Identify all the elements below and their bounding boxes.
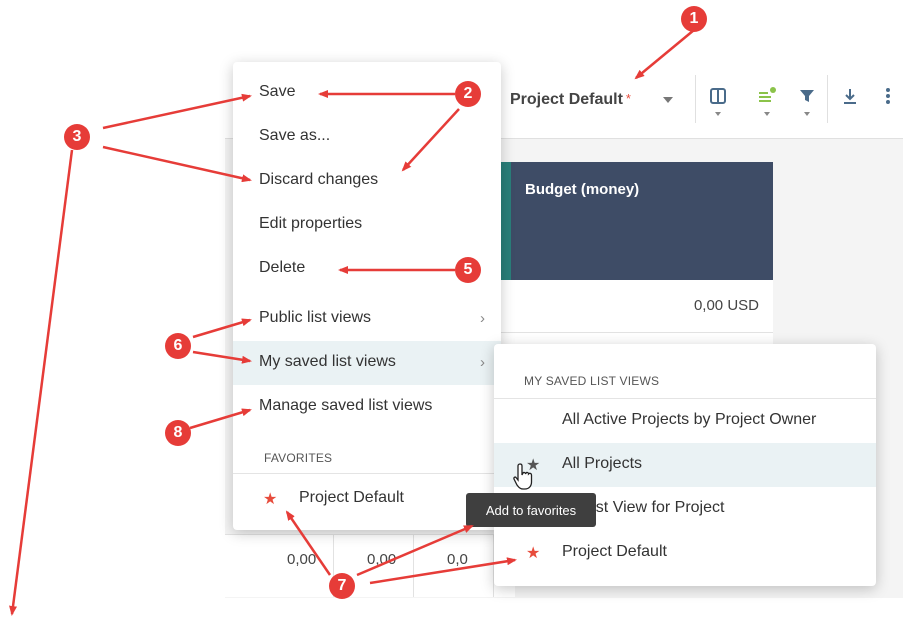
- callout-badge: 5: [455, 257, 481, 283]
- callout-badge: 1: [681, 6, 707, 32]
- callout-badge: 2: [455, 81, 481, 107]
- callout-badge: 7: [329, 573, 355, 599]
- callout-badge: 3: [64, 124, 90, 150]
- callout-badge: 8: [165, 420, 191, 446]
- annotation-arrows: [9, 29, 695, 616]
- callout-badge: 6: [165, 333, 191, 359]
